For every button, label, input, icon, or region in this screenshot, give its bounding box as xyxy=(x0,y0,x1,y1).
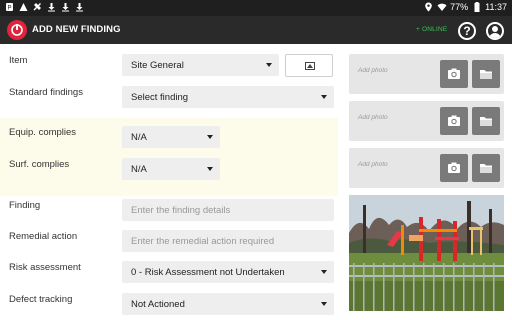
finding-label: Finding xyxy=(9,200,41,211)
add-photo-label: Add photo xyxy=(358,114,388,121)
photo-slot: Add photo xyxy=(349,101,504,141)
camera-button[interactable] xyxy=(440,154,468,182)
camera-icon xyxy=(448,115,460,126)
wifi-icon xyxy=(437,2,447,12)
app-logo-icon xyxy=(7,20,27,40)
download-icon xyxy=(47,2,56,12)
item-select[interactable]: Site General xyxy=(122,54,279,76)
status-bar: P 77% 11:37 xyxy=(0,0,512,16)
battery-percent: 77% xyxy=(450,2,469,12)
download-icon xyxy=(61,2,70,12)
camera-button[interactable] xyxy=(440,107,468,135)
app-notification-icon: P xyxy=(5,2,14,12)
camera-icon xyxy=(448,162,460,173)
chevron-down-icon xyxy=(207,135,213,139)
standard-findings-select[interactable]: Select finding xyxy=(122,86,334,108)
camera-button[interactable] xyxy=(440,60,468,88)
risk-assessment-select[interactable]: 0 - Risk Assessment not Undertaken xyxy=(122,261,334,283)
image-icon xyxy=(305,62,315,70)
surf-complies-select[interactable]: N/A xyxy=(122,158,220,180)
item-label: Item xyxy=(9,55,28,66)
page-title: ADD NEW FINDING xyxy=(32,24,121,35)
photo-slot: Add photo xyxy=(349,54,504,94)
remedial-action-input[interactable]: Enter the remedial action required xyxy=(122,230,334,252)
folder-button[interactable] xyxy=(472,107,500,135)
notification-icons: P xyxy=(5,2,84,12)
clock: 11:37 xyxy=(485,2,507,12)
folder-button[interactable] xyxy=(472,60,500,88)
help-button[interactable]: ? xyxy=(458,22,476,40)
playground-photo[interactable] xyxy=(349,195,504,311)
finding-input[interactable]: Enter the finding details xyxy=(122,199,334,221)
chevron-down-icon xyxy=(321,95,327,99)
add-photo-label: Add photo xyxy=(358,67,388,74)
folder-icon xyxy=(480,164,492,173)
folder-icon xyxy=(480,117,492,126)
chevron-down-icon xyxy=(266,63,272,67)
chevron-down-icon xyxy=(207,167,213,171)
system-icons: 77% 11:37 xyxy=(424,2,507,12)
online-status: + ONLINE xyxy=(416,26,448,33)
location-icon xyxy=(424,2,433,12)
standard-findings-label: Standard findings xyxy=(9,87,83,98)
equip-complies-select[interactable]: N/A xyxy=(122,126,220,148)
warning-icon xyxy=(19,2,28,12)
wrench-icon xyxy=(33,2,42,12)
account-button[interactable] xyxy=(486,22,504,40)
risk-assessment-label: Risk assessment xyxy=(9,262,81,273)
camera-icon xyxy=(448,68,460,79)
folder-icon xyxy=(480,70,492,79)
chevron-down-icon xyxy=(321,270,327,274)
folder-button[interactable] xyxy=(472,154,500,182)
svg-text:P: P xyxy=(7,6,11,12)
photo-slot: Add photo xyxy=(349,148,504,188)
person-icon xyxy=(489,26,501,38)
defect-tracking-label: Defect tracking xyxy=(9,294,73,305)
item-image-button[interactable] xyxy=(285,54,333,77)
add-photo-label: Add photo xyxy=(358,161,388,168)
defect-tracking-select[interactable]: Not Actioned xyxy=(122,293,334,315)
chevron-down-icon xyxy=(321,302,327,306)
equip-complies-label: Equip. complies xyxy=(9,127,77,138)
app-bar: ADD NEW FINDING + ONLINE ? xyxy=(0,16,512,44)
battery-icon xyxy=(472,2,481,12)
surf-complies-label: Surf. complies xyxy=(9,159,70,170)
download-icon xyxy=(75,2,84,12)
remedial-action-label: Remedial action xyxy=(9,231,78,242)
